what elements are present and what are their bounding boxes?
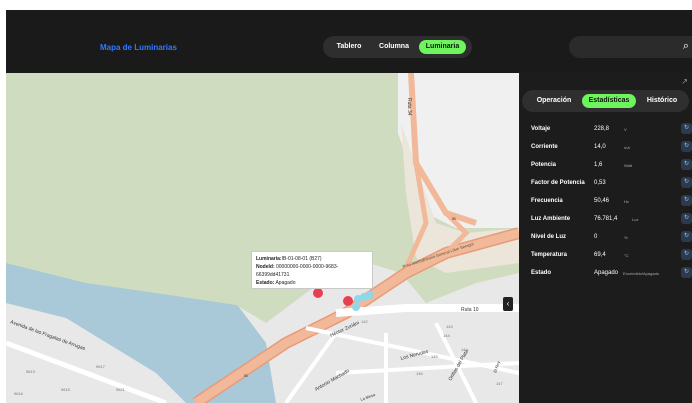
stat-value: 69,4 [594, 252, 606, 258]
house-number: 147 [496, 381, 503, 386]
refresh-icon[interactable]: ↻ [681, 141, 692, 152]
stat-value: 0,53 [594, 180, 606, 186]
stat-unit: Encendido/Apagado [623, 271, 660, 276]
collapse-panel-button[interactable]: ‹ [503, 297, 513, 311]
refresh-icon[interactable]: ↻ [681, 195, 692, 206]
stat-row-corriente: Corriente 14,0 mA ↻ [519, 138, 692, 156]
marker-on [352, 303, 360, 311]
refresh-icon[interactable]: ↻ [681, 159, 692, 170]
stat-value: 0 [594, 234, 598, 240]
house-number: 142 [361, 319, 368, 324]
popup-line-nodeid: NodeId: 00000000-0000-0000-9683-66399dd4… [256, 264, 339, 278]
stat-row-luz-ambiente: Luz Ambiente 76.781,4 Lux ↻ [519, 210, 692, 228]
stat-row-potencia: Potencia 1,6 Watt ↻ [519, 156, 692, 174]
refresh-icon[interactable]: ↻ [681, 213, 692, 224]
refresh-icon[interactable]: ↻ [681, 231, 692, 242]
refresh-icon[interactable]: ↻ [681, 249, 692, 260]
house-number: 144 [461, 347, 468, 352]
tab-historico[interactable]: Histórico [639, 94, 685, 108]
stat-unit: Lux [632, 217, 639, 222]
app-title: Mapa de Luminarias [100, 43, 177, 52]
stat-label: Luz Ambiente [531, 216, 571, 222]
label-ruta10: Ruta 10 [461, 307, 479, 313]
house-number: 9621 [116, 387, 126, 392]
house-number: 144 [443, 333, 450, 338]
stat-row-estado: Estado Apagado Encendido/Apagado ↻ [519, 264, 692, 282]
expand-icon[interactable]: ↗ [681, 77, 688, 86]
stat-label: Temperatura [531, 252, 567, 258]
stat-label: Nivel de Luz [531, 234, 567, 240]
label-ruta34: Ruta 34 [406, 98, 412, 116]
tab-tablero[interactable]: Tablero [329, 40, 369, 54]
search-icon[interactable]: ⌕ [683, 40, 689, 53]
stat-value: 1,6 [594, 162, 603, 168]
marker-off [343, 296, 353, 306]
stat-row-factor-potencia: Factor de Potencia 0,53 ↻ [519, 174, 692, 192]
stat-unit: Hz [624, 199, 629, 204]
marker-off [313, 288, 323, 298]
stat-row-temperatura: Temperatura 69,4 °C ↻ [519, 246, 692, 264]
stat-label: Potencia [531, 162, 557, 168]
house-number: 9615 [61, 387, 71, 392]
stats-panel: ↗ Operación Estadísticas Histórico Volta… [519, 73, 692, 403]
stat-label: Estado [531, 270, 552, 276]
label-ib-bottom: IB [244, 373, 248, 378]
house-number: 9617 [96, 364, 106, 369]
stat-unit: mA [624, 145, 630, 150]
stat-value: 14,0 [594, 144, 606, 150]
house-number: 145 [431, 354, 438, 359]
tab-operacion[interactable]: Operación [528, 94, 580, 108]
stat-value: Apagado [594, 270, 619, 276]
map-canvas[interactable]: Ruta 34 Ruta 10 Ruta Interbalnearia Gene… [6, 73, 519, 403]
luminaria-popup: Luminaria:IB-01-08-01 (B27) NodeId: 0000… [251, 251, 373, 289]
stat-label: Corriente [531, 144, 558, 150]
stat-label: Frecuencia [531, 198, 563, 204]
refresh-icon[interactable]: ↻ [681, 177, 692, 188]
panel-tabs: Operación Estadísticas Histórico [522, 90, 689, 112]
popup-line-luminaria: Luminaria:IB-01-08-01 (B27) [256, 256, 322, 262]
map-view[interactable]: Ruta 34 Ruta 10 Ruta Interbalnearia Gene… [6, 73, 519, 403]
refresh-icon[interactable]: ↻ [681, 123, 692, 134]
tab-estadisticas[interactable]: Estadísticas [582, 94, 636, 108]
house-number: 9616 [14, 391, 24, 396]
chevron-left-icon[interactable]: ‹ [507, 299, 510, 308]
tab-luminaria[interactable]: Luminaria [419, 40, 466, 54]
stat-unit: V [624, 127, 627, 132]
house-number: 9613 [26, 369, 36, 374]
stat-label: Voltaje [531, 126, 551, 132]
stat-unit: % [624, 235, 628, 240]
label-ib: IB [452, 216, 456, 221]
stat-row-voltaje: Voltaje 228,8 V ↻ [519, 120, 692, 138]
house-number: 146 [416, 371, 423, 376]
refresh-icon[interactable]: ↻ [681, 267, 692, 278]
popup-line-estado: Estado: Apagado [256, 280, 296, 286]
stat-value: 228,8 [594, 126, 610, 132]
house-number: 143 [446, 324, 453, 329]
stat-label: Factor de Potencia [531, 180, 585, 186]
marker-on [366, 291, 374, 299]
stat-unit: °C [624, 253, 629, 258]
stat-value: 50,46 [594, 198, 610, 204]
tab-columna[interactable]: Columna [373, 40, 415, 54]
stat-value: 76.781,4 [594, 216, 618, 222]
stat-row-nivel-luz: Nivel de Luz 0 % ↻ [519, 228, 692, 246]
stat-row-frecuencia: Frecuencia 50,46 Hz ↻ [519, 192, 692, 210]
view-tabs: Tablero Columna Luminaria [323, 36, 472, 58]
search-input[interactable]: ⌕ [569, 36, 692, 58]
stat-unit: Watt [624, 163, 633, 168]
